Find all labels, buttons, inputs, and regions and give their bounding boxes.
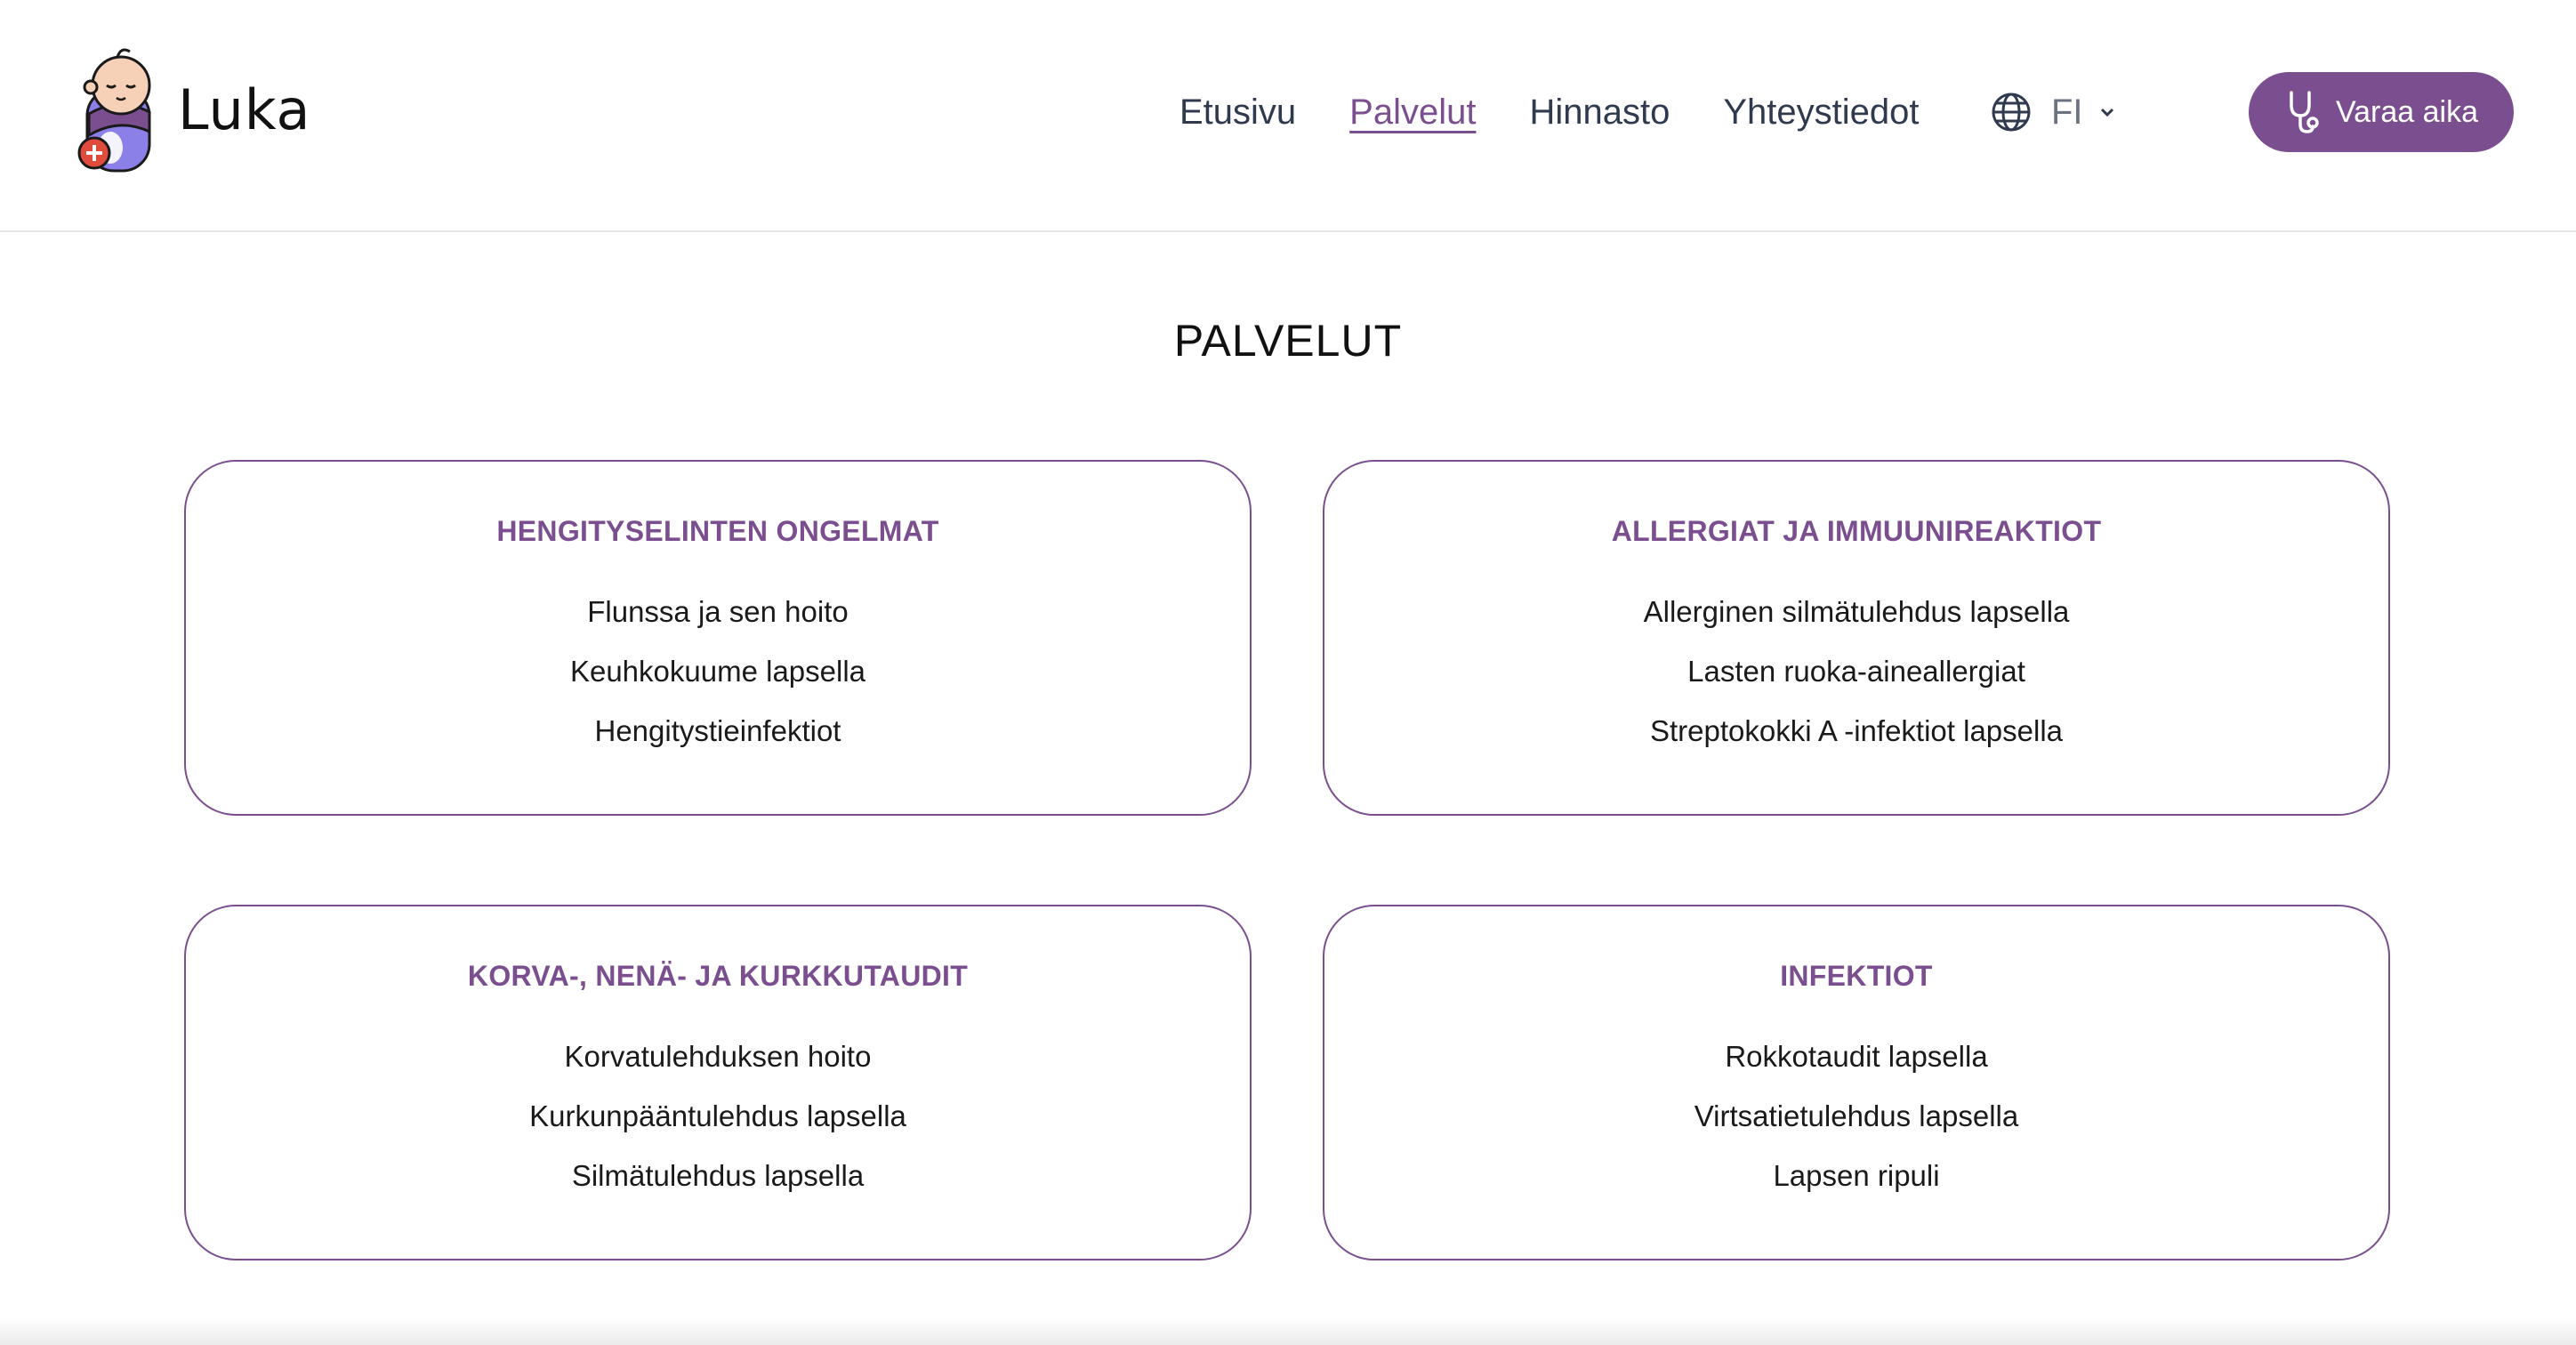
service-link[interactable]: Rokkotaudit lapsella [1324,1027,2388,1086]
service-card-respiratory: HENGITYSELINTEN ONGELMAT Flunssa ja sen … [184,460,1252,816]
service-link[interactable]: Flunssa ja sen hoito [186,582,1250,641]
service-card-infections: INFEKTIOT Rokkotaudit lapsella Virtsatie… [1323,905,2390,1260]
card-title: KORVA-, NENÄ- JA KURKKUTAUDIT [467,960,969,992]
service-link[interactable]: Lapsen ripuli [1324,1146,2388,1205]
service-link[interactable]: Korvatulehduksen hoito [186,1027,1250,1086]
nav-link-etusivu[interactable]: Etusivu [1179,93,1296,133]
card-item-list: Allerginen silmätulehdus lapsella Lasten… [1324,582,2388,761]
card-title: HENGITYSELINTEN ONGELMAT [496,515,939,547]
service-link[interactable]: Streptokokki A -infektiot lapsella [1324,701,2388,761]
service-link[interactable]: Virtsatietulehdus lapsella [1324,1086,2388,1146]
nav-link-yhteystiedot[interactable]: Yhteystiedot [1723,93,1919,133]
nav-link-hinnasto[interactable]: Hinnasto [1529,93,1670,133]
service-link[interactable]: Kurkunpääntulehdus lapsella [186,1086,1250,1146]
stethoscope-icon [2290,91,2319,133]
service-card-allergies: ALLERGIAT JA IMMUUNIREAKTIOT Allerginen … [1323,460,2390,816]
service-link[interactable]: Hengitystieinfektiot [186,701,1250,761]
language-code: FI [2051,92,2083,132]
footer-shadow [0,1317,2576,1345]
card-item-list: Rokkotaudit lapsella Virtsatietulehdus l… [1324,1027,2388,1205]
card-title: ALLERGIAT JA IMMUUNIREAKTIOT [1611,515,2102,547]
chevron-down-icon [2100,108,2113,117]
service-link[interactable]: Allerginen silmätulehdus lapsella [1324,582,2388,641]
card-title: INFEKTIOT [1780,960,1933,992]
site-header: Luka Etusivu Palvelut Hinnasto Yhteystie… [0,0,2576,232]
card-item-list: Korvatulehduksen hoito Kurkunpääntulehdu… [186,1027,1250,1205]
language-selector[interactable]: FI [1991,87,2115,137]
card-item-list: Flunssa ja sen hoito Keuhkokuume lapsell… [186,582,1250,761]
baby-logo-icon [77,48,151,173]
service-link[interactable]: Keuhkokuume lapsella [186,641,1250,701]
service-link[interactable]: Silmätulehdus lapsella [186,1146,1250,1205]
book-appointment-button[interactable]: Varaa aika [2249,72,2514,152]
nav-link-palvelut[interactable]: Palvelut [1349,93,1476,133]
book-appointment-label: Varaa aika [2335,94,2479,129]
globe-icon [1992,93,2031,132]
logo[interactable]: Luka [75,43,311,176]
service-link[interactable]: Lasten ruoka-aineallergiat [1324,641,2388,701]
logo-text: Luka [178,77,311,142]
page-title: PALVELUT [1173,316,1403,366]
main-nav: Etusivu Palvelut Hinnasto Yhteystiedot [1179,85,1973,139]
service-card-ent: KORVA-, NENÄ- JA KURKKUTAUDIT Korvatuleh… [184,905,1252,1260]
